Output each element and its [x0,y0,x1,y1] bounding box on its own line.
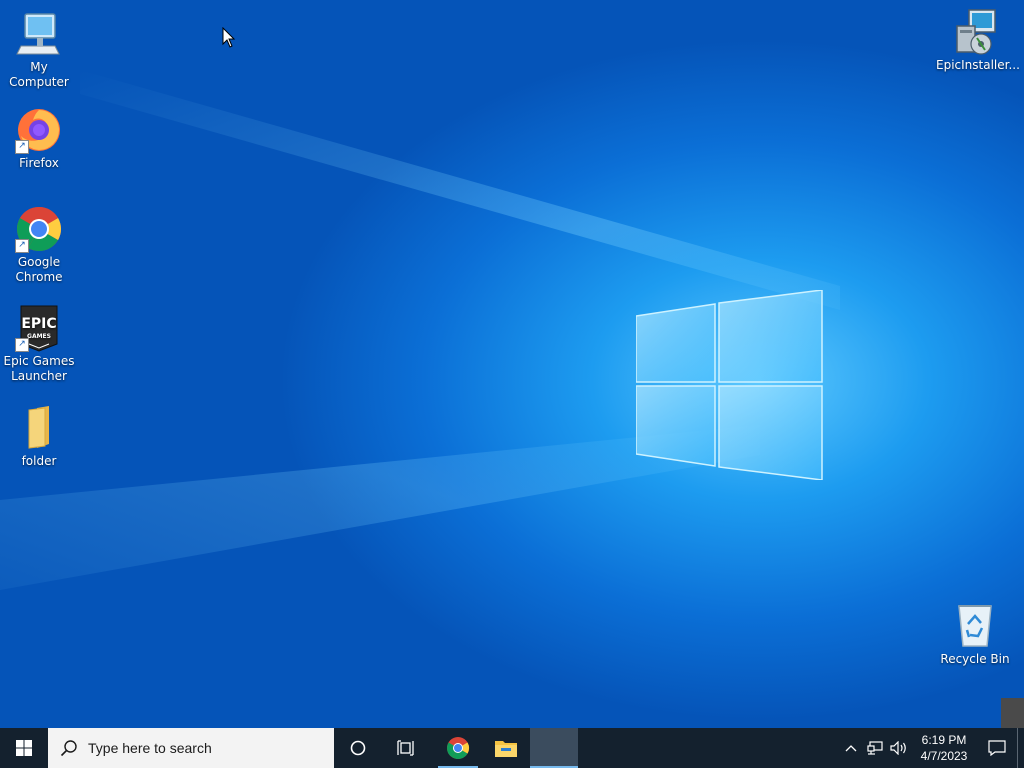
desktop-icon-label: EpicInstaller... [936,58,1020,72]
chevron-up-icon [845,745,857,752]
volume-icon [890,741,906,755]
installer-icon [956,9,996,55]
desktop-icon-label: Google Chrome [15,255,63,284]
desktop[interactable]: My Computer ↗ Firefox ↗ Google Chrome EP… [0,0,1024,728]
desktop-icon-label: Firefox [19,156,59,170]
notification-icon [988,740,1006,756]
taskbar-active-window-button[interactable] [530,728,578,768]
computer-icon [16,13,60,55]
windows-start-icon [16,740,32,756]
search-placeholder: Type here to search [88,740,212,756]
clock-date: 4/7/2023 [920,749,968,763]
taskbar-chrome-button[interactable] [434,728,482,768]
shortcut-arrow-icon: ↗ [15,338,29,352]
chrome-icon [447,737,469,759]
task-view-icon [397,740,414,756]
folder-icon [28,406,49,449]
desktop-icon-recycle-bin[interactable]: Recycle Bin [936,602,1014,667]
windows-logo-wallpaper [636,290,823,480]
search-icon [60,740,77,757]
start-button[interactable] [0,728,48,768]
taskbar-clock[interactable]: 6:19 PM 4/7/2023 [911,732,977,764]
system-tray: 6:19 PM 4/7/2023 [839,728,1024,768]
taskbar-search-box[interactable]: Type here to search [48,728,334,768]
show-desktop-button[interactable] [1017,728,1024,768]
clock-time: 6:19 PM [921,733,967,747]
cortana-icon [350,740,366,756]
desktop-icon-folder[interactable]: folder [0,404,78,469]
action-center-button[interactable] [977,728,1017,768]
network-button[interactable] [863,728,887,768]
task-view-button[interactable] [382,728,430,768]
mouse-cursor-icon [222,27,236,48]
desktop-icon-label: My Computer [9,60,69,89]
desktop-icon-epic-games-launcher[interactable]: EPIC GAMES ↗ Epic Games Launcher [0,304,78,384]
desktop-icon-google-chrome[interactable]: ↗ Google Chrome [0,205,78,285]
taskbar-file-explorer-button[interactable] [482,728,530,768]
network-icon [867,741,883,755]
desktop-icon-firefox[interactable]: ↗ Firefox [0,106,78,171]
show-hidden-icons-button[interactable] [839,728,863,768]
desktop-icon-my-computer[interactable]: My Computer [0,10,78,90]
shortcut-arrow-icon: ↗ [15,239,29,253]
desktop-icon-label: folder [21,454,57,468]
taskbar: Type here to search 6:19 PM 4/7/2023 [0,728,1024,768]
recycle-bin-icon [958,605,992,647]
shortcut-arrow-icon: ↗ [15,140,29,154]
overlay-tab[interactable] [1001,698,1024,728]
epic-logo-text: EPIC [21,316,56,332]
volume-button[interactable] [887,728,911,768]
desktop-icon-label: Recycle Bin [940,652,1010,666]
desktop-icon-label: Epic Games Launcher [3,354,75,383]
epic-logo-subtext: GAMES [27,333,51,340]
cortana-button[interactable] [334,728,382,768]
desktop-icon-epic-installer[interactable]: EpicInstaller... [936,8,1020,73]
file-explorer-icon [495,741,517,757]
